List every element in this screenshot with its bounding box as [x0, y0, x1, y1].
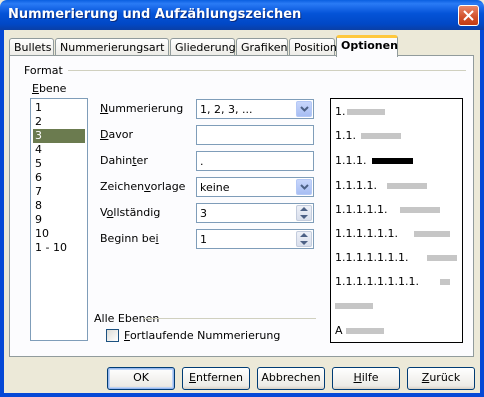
numbering-preview: 1. 1.1. 1.1.1. 1.1.1.1. 1.1.1.1.1. 1.1.1… — [330, 98, 463, 343]
davor-label: Davor — [100, 128, 133, 141]
level-item[interactable]: 8 — [33, 199, 85, 213]
preview-placeholder-bar — [427, 255, 457, 261]
close-icon — [463, 10, 474, 21]
level-list[interactable]: 1 2 3 4 5 6 7 8 9 10 1 - 10 — [30, 98, 88, 341]
level-item[interactable]: 1 - 10 — [33, 241, 85, 255]
spin-down-button[interactable] — [297, 239, 311, 246]
preview-row-label: 1.1.1.1.1.1. — [335, 227, 398, 240]
vollstaendig-value: 3 — [200, 207, 207, 220]
tab-grafiken[interactable]: Grafiken — [236, 38, 288, 56]
beginn-bei-value: 1 — [200, 233, 207, 246]
vollstaendig-label: Vollständig — [100, 206, 161, 219]
preview-row-label: 1.1.1.1.1. — [335, 203, 388, 216]
spin-buttons — [296, 205, 312, 221]
preview-row-label: 1.1.1. — [335, 154, 367, 167]
tab-optionen[interactable]: Optionen — [336, 35, 398, 57]
abbrechen-button[interactable]: Abbrechen — [257, 367, 325, 390]
title-bar: Nummerierung und Aufzählungszeichen — [0, 0, 484, 30]
fortlaufende-nummerierung-label[interactable]: Fortlaufende Nummerierung — [124, 329, 280, 342]
chevron-down-icon — [300, 184, 309, 190]
level-item[interactable]: 4 — [33, 143, 85, 157]
beginn-bei-label: Beginn bei — [100, 232, 159, 245]
dahinter-label: Dahinter — [100, 154, 148, 167]
triangle-up-icon — [300, 233, 308, 237]
preview-placeholder-bar — [414, 231, 450, 237]
options-panel: Format Ebene 1 2 3 4 5 6 7 8 9 10 1 - 10… — [9, 55, 474, 357]
nummerierung-dropdown[interactable]: 1, 2, 3, ... — [196, 99, 314, 119]
preview-selected-bar — [372, 158, 413, 164]
spin-buttons — [296, 231, 312, 247]
tab-bullets[interactable]: Bullets — [9, 38, 54, 56]
preview-placeholder-bar — [335, 303, 373, 309]
preview-row-label: 1. — [335, 105, 346, 118]
tab-nummerierungsart[interactable]: Nummerierungsart — [55, 38, 169, 56]
dropdown-arrow-button[interactable] — [296, 179, 312, 195]
nummerierung-value: 1, 2, 3, ... — [200, 103, 253, 116]
spin-up-button[interactable] — [297, 232, 311, 239]
spin-down-button[interactable] — [297, 213, 311, 220]
chevron-down-icon — [300, 106, 309, 112]
preview-row-label: 1.1.1.1.1.1.1. — [335, 251, 409, 264]
close-button[interactable] — [458, 5, 479, 26]
window-frame-right — [480, 30, 484, 397]
dahinter-input[interactable]: . — [196, 151, 314, 171]
preview-placeholder-bar — [387, 183, 427, 189]
triangle-up-icon — [300, 207, 308, 211]
tab-position[interactable]: Position — [289, 38, 337, 56]
window-frame-bottom — [0, 393, 484, 397]
triangle-down-icon — [300, 241, 308, 245]
tab-gliederung[interactable]: Gliederung — [170, 38, 236, 56]
preview-placeholder-bar — [400, 207, 440, 213]
level-label: Ebene — [32, 82, 67, 95]
alle-ebenen-divider — [144, 318, 316, 319]
level-item[interactable]: 9 — [33, 213, 85, 227]
beginn-bei-spinner[interactable]: 1 — [196, 229, 314, 249]
zeichenvorlage-value: keine — [200, 181, 230, 194]
level-item[interactable]: 1 — [33, 101, 85, 115]
format-group-divider — [68, 70, 466, 71]
format-group-label: Format — [24, 64, 63, 77]
entfernen-button[interactable]: Entfernen — [182, 367, 250, 390]
preview-row-label: A — [335, 324, 343, 337]
preview-placeholder-bar — [347, 109, 385, 115]
zeichenvorlage-dropdown[interactable]: keine — [196, 177, 314, 197]
davor-input[interactable] — [196, 125, 314, 145]
level-item[interactable]: 7 — [33, 185, 85, 199]
zurueck-button[interactable]: Zurück — [407, 367, 475, 390]
nummerierung-label: Nummerierung — [100, 102, 184, 115]
preview-row-label: 1.1. — [335, 129, 356, 142]
level-item[interactable]: 10 — [33, 227, 85, 241]
hilfe-button[interactable]: Hilfe — [332, 367, 400, 390]
level-item[interactable]: 6 — [33, 171, 85, 185]
preview-placeholder-bar — [346, 328, 384, 334]
level-item[interactable]: 2 — [33, 115, 85, 129]
dropdown-arrow-button[interactable] — [296, 101, 312, 117]
level-item-selected[interactable]: 3 — [33, 129, 85, 143]
preview-placeholder-bar — [361, 133, 401, 139]
fortlaufende-nummerierung-checkbox[interactable] — [106, 329, 119, 342]
preview-placeholder-bar — [440, 279, 450, 285]
spin-up-button[interactable] — [297, 206, 311, 213]
vollstaendig-spinner[interactable]: 3 — [196, 203, 314, 223]
window-title: Nummerierung und Aufzählungszeichen — [8, 7, 302, 22]
zeichenvorlage-label: Zeichenvorlage — [100, 180, 186, 193]
preview-row-label: 1.1.1.1.1.1.1.1. — [335, 275, 419, 288]
window-frame-left — [0, 30, 4, 397]
ok-button[interactable]: OK — [107, 367, 175, 390]
triangle-down-icon — [300, 215, 308, 219]
level-item[interactable]: 5 — [33, 157, 85, 171]
preview-row-label: 1.1.1.1. — [335, 179, 377, 192]
